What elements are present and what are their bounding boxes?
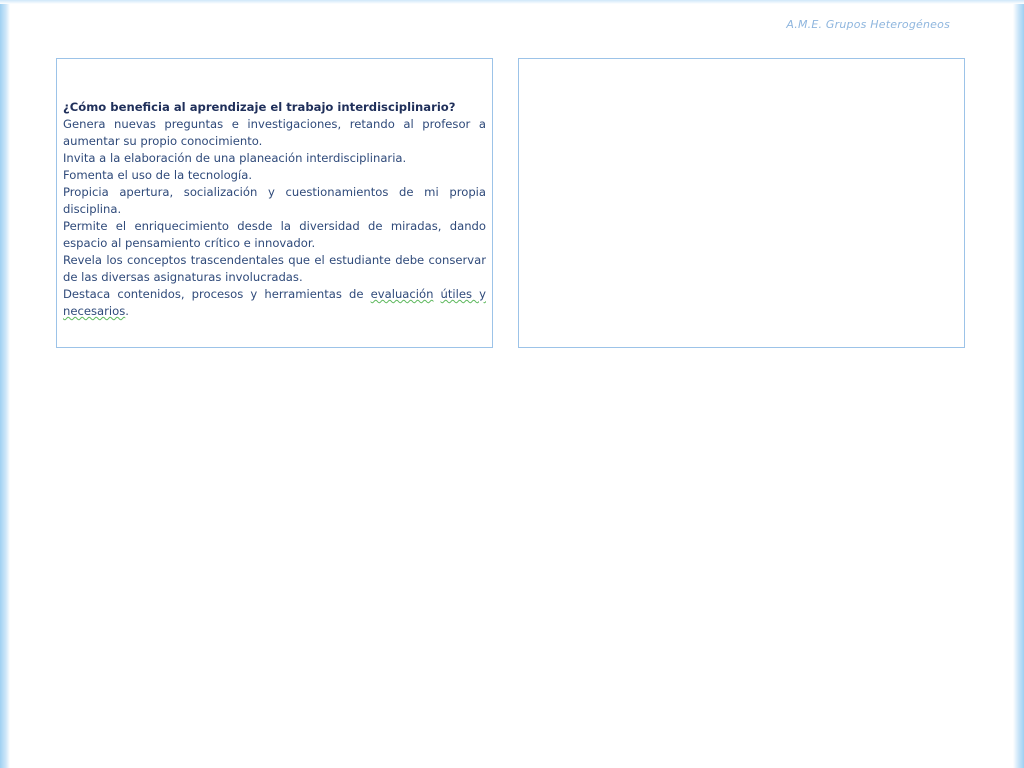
paragraph: Fomenta el uso de la tecnología. bbox=[63, 168, 253, 182]
text-run: . bbox=[125, 304, 129, 318]
paragraph-last: Destaca contenidos, procesos y herramien… bbox=[63, 286, 486, 320]
text-run: Destaca contenidos, procesos y herramien… bbox=[63, 287, 371, 301]
text-run bbox=[433, 287, 440, 301]
section-heading: ¿Cómo beneficia al aprendizaje el trabaj… bbox=[63, 100, 456, 114]
header-note: A.M.E. Grupos Heterogéneos bbox=[786, 18, 950, 31]
spellcheck-flagged-word: evaluación bbox=[370, 287, 434, 301]
text-box-right-empty[interactable] bbox=[518, 58, 965, 348]
paragraph: Revela los conceptos trascendentales que… bbox=[63, 253, 486, 284]
paragraph: Permite el enriquecimiento desde la dive… bbox=[63, 219, 486, 250]
top-gradient-strip bbox=[0, 0, 1024, 4]
paragraph: Invita a la elaboración de una planeació… bbox=[63, 151, 407, 165]
paragraph: Genera nuevas preguntas e investigacione… bbox=[63, 117, 486, 148]
paragraph: Propicia apertura, socialización y cuest… bbox=[63, 185, 486, 216]
text-box-left[interactable]: ¿Cómo beneficia al aprendizaje el trabaj… bbox=[56, 58, 493, 348]
